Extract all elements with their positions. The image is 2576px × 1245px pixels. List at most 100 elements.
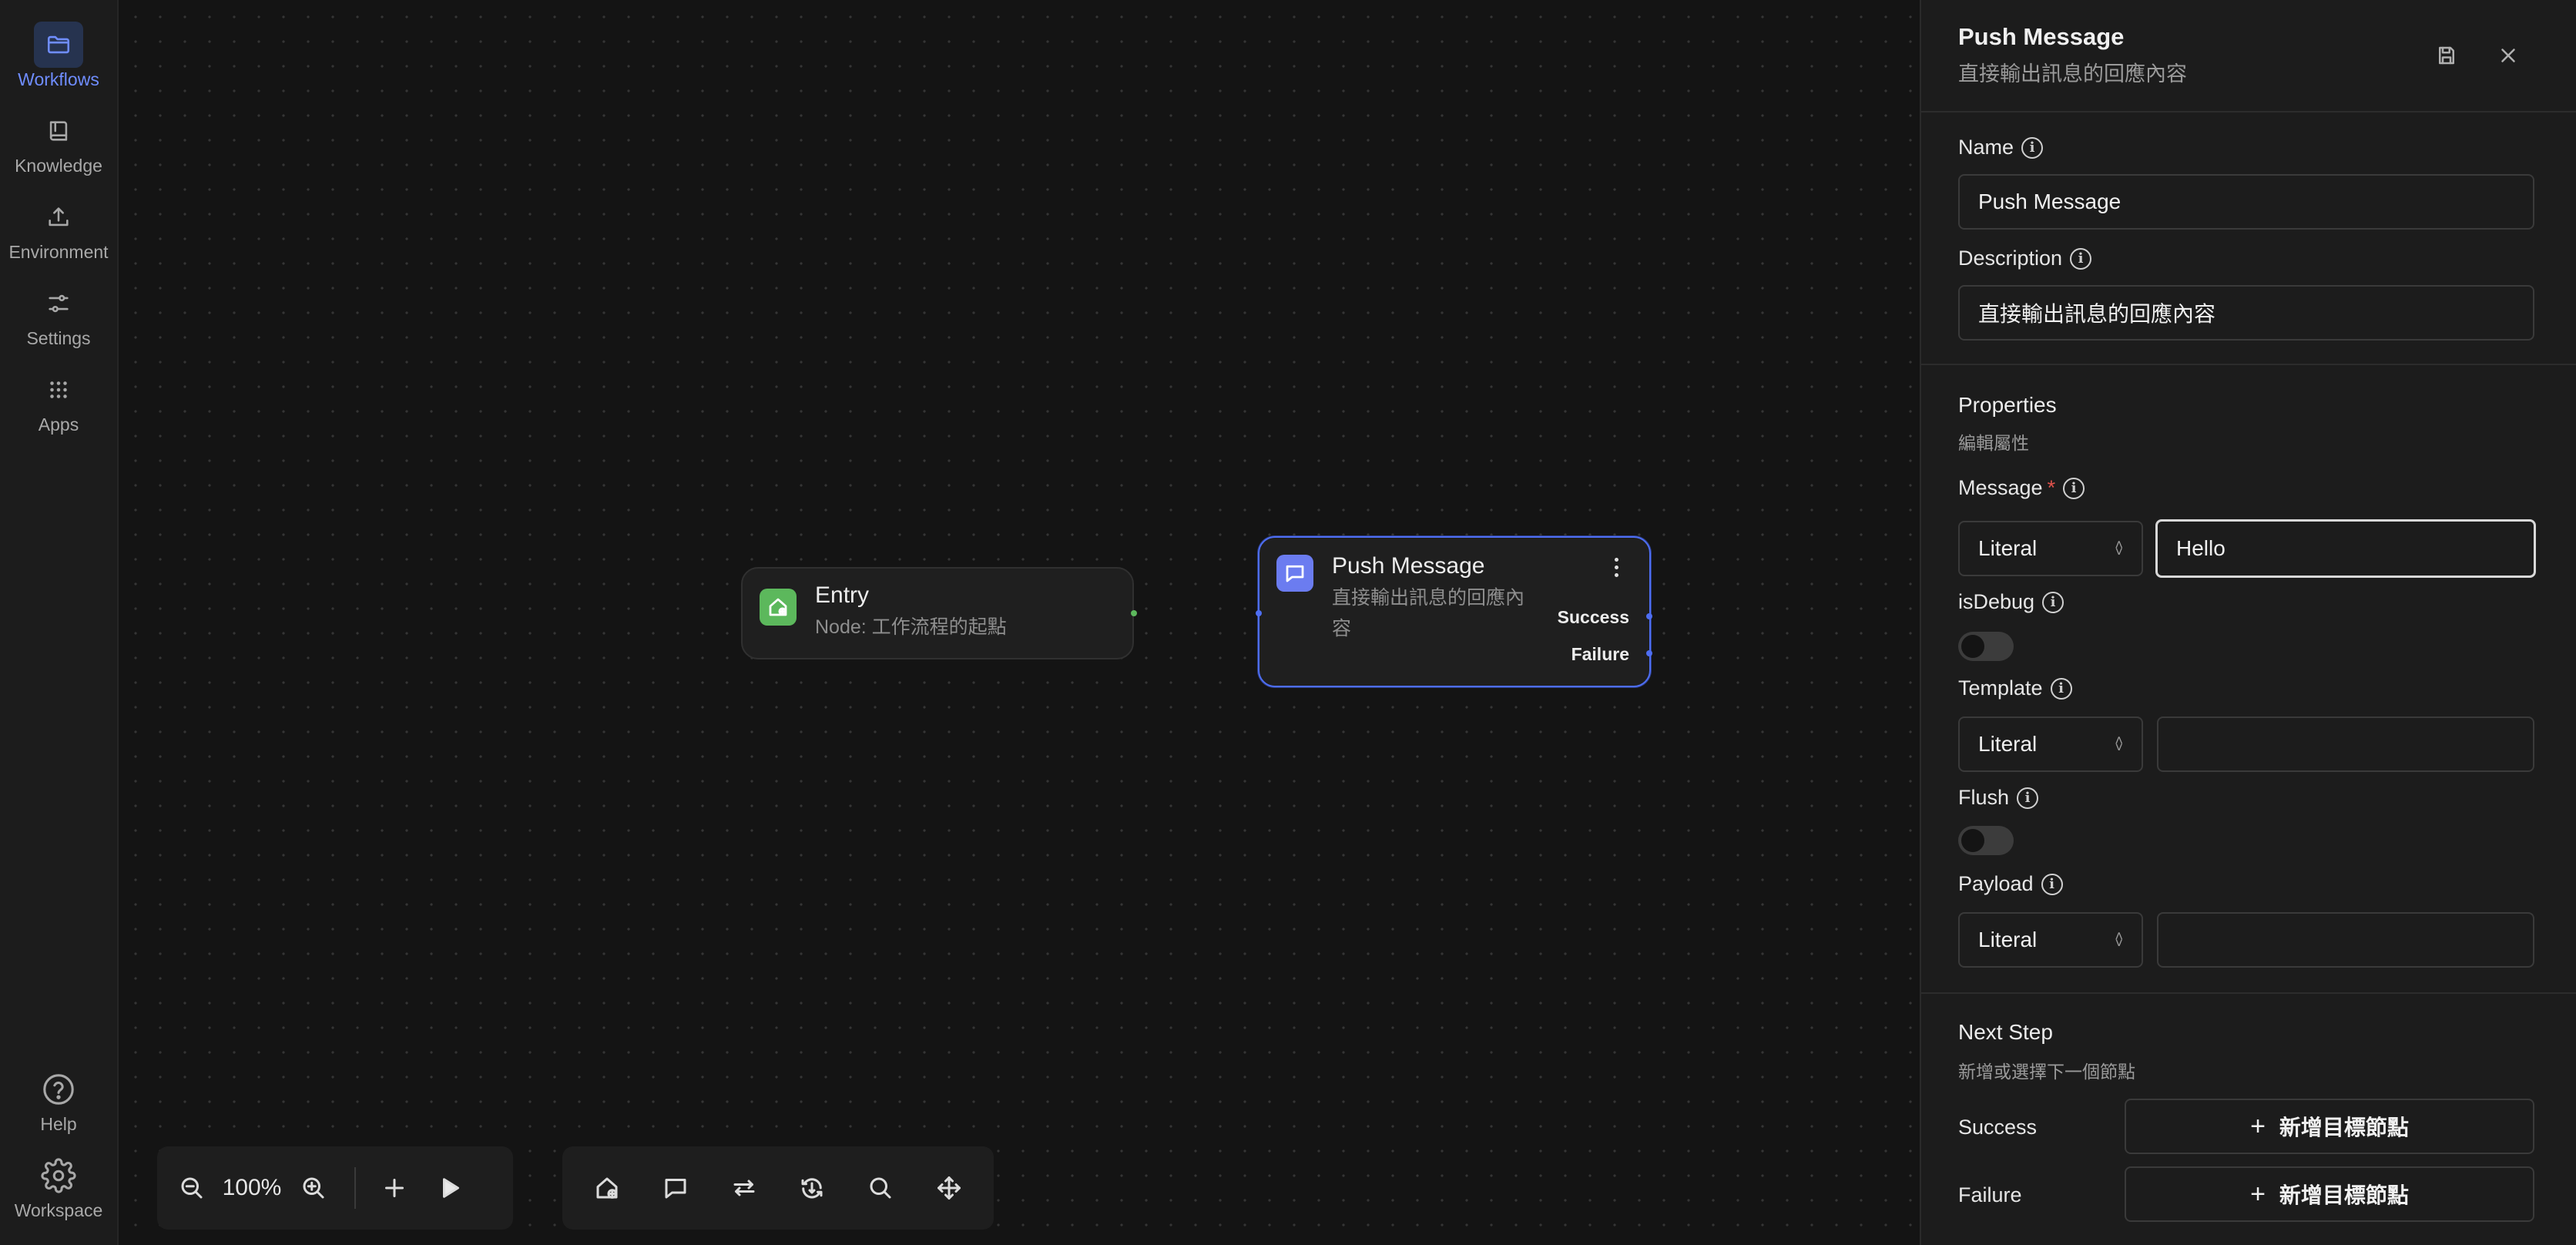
info-icon[interactable]: i — [2050, 677, 2072, 700]
zoom-in-icon[interactable] — [287, 1174, 340, 1202]
move-icon[interactable] — [922, 1174, 976, 1202]
template-type-select[interactable]: Literal ˄ ˅ — [1958, 716, 2143, 772]
output-label-success: Success — [1557, 607, 1629, 627]
add-target-label: 新增目標節點 — [2279, 1116, 2409, 1139]
push-node-title: Push Message — [1332, 553, 1485, 579]
failure-label: Failure — [1958, 1183, 2022, 1206]
sidebar-item-help[interactable]: Help — [0, 1066, 117, 1143]
payload-type-select[interactable]: Literal ˄ ˅ — [1958, 912, 2143, 968]
name-label: Name i — [1958, 136, 2044, 159]
chevron-updown-icon: ˄ ˅ — [2115, 733, 2123, 755]
arrows-swap-icon[interactable] — [717, 1174, 771, 1202]
chevron-updown-icon: ˄ ˅ — [2115, 537, 2123, 559]
flush-label: Flush i — [1958, 786, 2039, 810]
sliders-icon — [34, 280, 83, 327]
sidebar-item-environment[interactable]: Environment — [0, 194, 117, 271]
folder-icon — [34, 22, 83, 68]
template-type-value: Literal — [1978, 732, 2038, 756]
payload-label-text: Payload — [1958, 872, 2034, 895]
info-icon[interactable]: i — [2063, 477, 2085, 499]
isdebug-label: isDebug i — [1958, 590, 2064, 614]
sidebar-item-workspace[interactable]: Workspace — [0, 1153, 117, 1230]
properties-panel: Push Message 直接輸出訊息的回應內容 Name i Push Mes… — [1920, 0, 2576, 1245]
zoom-level: 100% — [222, 1175, 282, 1200]
message-input[interactable]: Hello — [2155, 519, 2536, 578]
tools-toolbar — [562, 1146, 994, 1230]
plus-icon: + — [2250, 1179, 2266, 1209]
properties-subtitle: 編輯屬性 — [1958, 433, 2029, 453]
push-node-subtitle: 直接輸出訊息的回應內容 — [1332, 587, 1525, 639]
flush-label-text: Flush — [1958, 786, 2010, 809]
home-plus-icon — [760, 589, 797, 626]
description-label: Description i — [1958, 247, 2092, 270]
next-step-title: Next Step — [1958, 1020, 2053, 1044]
entry-node[interactable]: Entry Node: 工作流程的起點 — [741, 567, 1137, 659]
help-circle-icon — [34, 1066, 83, 1112]
info-icon[interactable]: i — [2017, 787, 2039, 809]
sidebar-item-workflows[interactable]: Workflows — [0, 22, 117, 99]
isdebug-toggle[interactable] — [1958, 632, 2014, 661]
message-icon[interactable] — [649, 1174, 703, 1202]
workflow-canvas[interactable]: Entry Node: 工作流程的起點 Push Message 直接輸出訊息的… — [119, 0, 1920, 1245]
add-success-target-button[interactable]: + 新增目標節點 — [2125, 1099, 2534, 1154]
info-icon[interactable]: i — [2021, 136, 2044, 159]
message-type-select[interactable]: Literal ˄ ˅ — [1958, 521, 2143, 576]
next-step-subtitle: 新增或選擇下一個節點 — [1958, 1062, 2135, 1082]
panel-title: Push Message — [1958, 23, 2125, 50]
add-target-label: 新增目標節點 — [2279, 1183, 2409, 1207]
entry-output-port[interactable] — [1131, 610, 1137, 616]
upload-icon — [34, 194, 83, 240]
zoom-out-icon[interactable] — [166, 1174, 217, 1202]
payload-type-value: Literal — [1978, 928, 2038, 951]
success-output-port[interactable] — [1646, 613, 1652, 619]
save-icon[interactable] — [2430, 39, 2464, 72]
template-label-text: Template — [1958, 676, 2043, 700]
push-input-port[interactable] — [1256, 610, 1262, 616]
name-label-text: Name — [1958, 136, 2014, 159]
add-failure-target-button[interactable]: + 新增目標節點 — [2125, 1166, 2534, 1222]
close-icon[interactable] — [2491, 39, 2525, 72]
sidebar: Workflows Knowledge Environment Settings — [0, 0, 119, 1245]
add-node-icon[interactable] — [370, 1174, 419, 1202]
name-input[interactable]: Push Message — [1958, 174, 2534, 230]
failure-output-port[interactable] — [1646, 650, 1652, 656]
play-icon[interactable] — [419, 1174, 481, 1202]
chevron-updown-icon: ˄ ˅ — [2115, 928, 2123, 951]
sidebar-item-label: Workspace — [14, 1200, 103, 1220]
sidebar-item-label: Knowledge — [15, 156, 102, 176]
template-input[interactable] — [2157, 716, 2534, 772]
more-vertical-icon[interactable] — [1605, 550, 1628, 584]
entry-node-title: Entry — [815, 582, 870, 608]
payload-label: Payload i — [1958, 872, 2063, 896]
success-label: Success — [1958, 1116, 2038, 1139]
info-icon[interactable]: i — [2042, 591, 2064, 613]
sidebar-item-knowledge[interactable]: Knowledge — [0, 108, 117, 185]
book-icon — [34, 108, 83, 154]
grid-icon — [34, 367, 83, 413]
gear-icon — [34, 1153, 83, 1199]
entry-node-subtitle: Node: 工作流程的起點 — [815, 616, 1007, 638]
sidebar-item-label: Apps — [38, 414, 79, 435]
loop-icon[interactable] — [785, 1174, 839, 1202]
message-type-value: Literal — [1978, 536, 2038, 560]
info-icon[interactable]: i — [2041, 873, 2063, 895]
description-input[interactable]: 直接輸出訊息的回應內容 — [1958, 285, 2534, 341]
flush-toggle[interactable] — [1958, 826, 2014, 855]
divider — [1921, 364, 2576, 365]
properties-title: Properties — [1958, 393, 2057, 417]
entry-node-icon[interactable] — [580, 1174, 634, 1202]
push-message-node[interactable]: Push Message 直接輸出訊息的回應內容 Success Failure — [1256, 536, 1652, 687]
sidebar-item-apps[interactable]: Apps — [0, 367, 117, 444]
description-label-text: Description — [1958, 247, 2063, 270]
sidebar-item-label: Help — [40, 1114, 77, 1134]
search-icon[interactable] — [854, 1174, 907, 1202]
info-icon[interactable]: i — [2070, 247, 2092, 270]
plus-icon: + — [2250, 1111, 2266, 1141]
message-label: Message * i — [1958, 476, 2085, 500]
divider — [1921, 992, 2576, 994]
sidebar-item-label: Workflows — [18, 69, 99, 89]
required-asterisk: * — [2047, 476, 2056, 499]
sidebar-item-settings[interactable]: Settings — [0, 280, 117, 357]
payload-input[interactable] — [2157, 912, 2534, 968]
message-label-text: Message — [1958, 476, 2043, 499]
